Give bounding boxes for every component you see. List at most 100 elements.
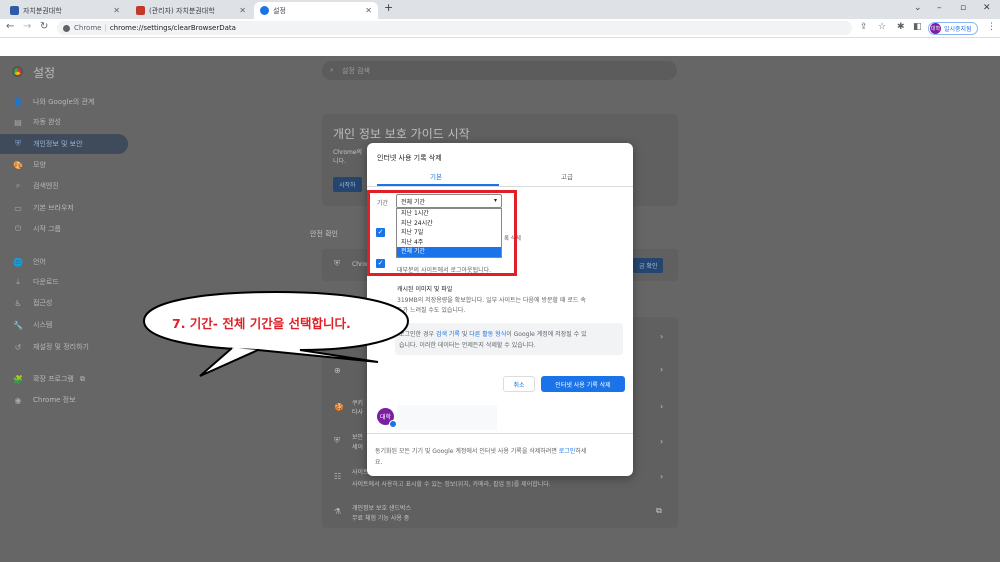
share-icon[interactable]: ⇪ — [860, 22, 868, 32]
cache-subtext: 319MB의 저장용량을 확보합니다. 일부 사이트는 다음에 방문할 때 로드… — [397, 297, 586, 304]
sync-badge-icon — [389, 420, 397, 428]
sidebar-item-download[interactable]: ⤓ 다운로드 — [0, 272, 128, 292]
download-icon: ⤓ — [16, 277, 20, 286]
privacy-guide-start-button[interactable]: 시작하 — [333, 177, 362, 192]
info-suffix: 이 Google 계정에 저장될 수 있 — [506, 331, 587, 338]
chrome-label: Chrome — [74, 24, 102, 32]
cancel-button[interactable]: 취소 — [503, 376, 535, 392]
tab-jachi[interactable]: 자치분권대학 ✕ — [4, 2, 126, 19]
window-close-icon[interactable]: ✕ — [983, 3, 991, 13]
sidebar-item-autofill[interactable]: ▤ 자동 완성 — [0, 112, 128, 132]
tab-settings[interactable]: 설정 ✕ — [254, 2, 378, 19]
privacy-guide-title: 개인 정보 보호 가이드 시작 — [333, 127, 470, 141]
sidebar-item-label: Chrome 정보 — [33, 396, 76, 404]
extensions-icon[interactable]: ✱ — [897, 22, 905, 32]
toolbar: ← → ↻ Chrome | chrome://settings/clearBr… — [0, 19, 1000, 38]
close-icon[interactable]: ✕ — [365, 6, 372, 15]
security-title: 보안 — [352, 434, 364, 441]
sidebar-item-label: 자동 완성 — [33, 118, 61, 126]
external-link-icon[interactable]: ⧉ — [656, 506, 662, 516]
shield-icon: ⛨ — [15, 139, 21, 148]
sidebar-item-search[interactable]: ⌕ 검색엔진 — [0, 176, 128, 196]
sidebar-item-shield[interactable]: ⛨ 개인정보 및 보안 — [0, 134, 128, 154]
privacy-guide-desc: Chrome의 — [333, 149, 363, 156]
sidebar-item-globe[interactable]: 🌐 언어 — [0, 252, 128, 272]
callout-bubble — [142, 290, 410, 377]
tab-advanced[interactable]: 고급 — [561, 171, 573, 181]
chevron-down-icon[interactable]: ⌄ — [914, 3, 922, 13]
site-favicon-icon — [136, 6, 145, 15]
divider — [367, 433, 633, 434]
info-mid: 및 — [459, 331, 470, 338]
account-info-box: 로그인한 경우 검색 기록 및 다른 활동 형식이 Google 계정에 저장될… — [395, 323, 623, 355]
sidebar-item-label: 개인정보 및 보안 — [33, 140, 83, 148]
sidebar-item-label: 언어 — [33, 258, 46, 266]
address-bar[interactable]: Chrome | chrome://settings/clearBrowserD… — [57, 21, 852, 35]
chevron-right-icon: › — [660, 365, 664, 374]
sidebar-item-palette[interactable]: 🎨 모양 — [0, 155, 128, 175]
forward-icon[interactable]: → — [23, 21, 31, 32]
profile-button[interactable]: 대학 일시중지됨 — [928, 22, 978, 35]
sidebar-item-person[interactable]: 👤 나와 Google의 관계 — [0, 92, 128, 112]
sliders-icon: ☷ — [334, 472, 342, 481]
info-line-1: 로그인한 경우 검색 기록 및 다른 활동 형식이 Google 계정에 저장될… — [399, 329, 587, 338]
menu-icon[interactable]: ⋮ — [987, 22, 996, 32]
sidebar-item-browser[interactable]: ▭ 기본 브라우저 — [0, 198, 128, 218]
back-icon[interactable]: ← — [6, 21, 14, 32]
other-activity-link[interactable]: 다른 활동 형식 — [469, 331, 506, 338]
search-history-link[interactable]: 검색 기록 — [436, 331, 460, 338]
tab-title: 자치분권대학 — [23, 6, 62, 15]
clear-data-button[interactable]: 인터넷 사용 기록 삭제 — [541, 376, 625, 392]
sidebar-item-chrome[interactable]: ◉ Chrome 정보 — [0, 390, 128, 410]
url-text: chrome://settings/clearBrowserData — [109, 24, 236, 32]
star-icon[interactable]: ☆ — [878, 22, 886, 32]
site-favicon-icon — [10, 6, 19, 15]
globe-icon: 🌐 — [13, 257, 23, 267]
footer-prefix: 동기화된 모든 기기 및 Google 계정에서 인터넷 사용 기록을 삭제하려… — [375, 448, 559, 455]
shield-icon: ⛨ — [334, 259, 340, 268]
tab-title: (관리자) 자치분권대학 — [149, 6, 215, 15]
new-tab-icon[interactable]: + — [384, 1, 393, 14]
sandbox-title: 개인정보 보호 샌드박스 — [352, 505, 412, 512]
security-sub: 세이 — [352, 444, 364, 451]
tab-admin[interactable]: (관리자) 자치분권대학 ✕ — [130, 2, 252, 19]
sidebar-item-wrench[interactable]: 🔧 시스템 — [0, 315, 128, 335]
wrench-icon: 🔧 — [13, 320, 23, 330]
search-placeholder: 설정 검색 — [341, 66, 370, 75]
sidebar-item-label: 검색엔진 — [33, 182, 59, 190]
cookies-sub: 타사 — [352, 409, 364, 416]
sidebar-item-label: 시스템 — [33, 321, 53, 329]
sidebar-item-power[interactable]: ⏻ 시작 그룹 — [0, 219, 128, 239]
sign-in-link[interactable]: 로그인 — [559, 448, 576, 455]
sidebar-item-puzzle[interactable]: 🧩 확장 프로그램 ⧉ — [0, 369, 128, 389]
chevron-right-icon: › — [660, 402, 664, 411]
sidebar-item-reset[interactable]: ↺ 재설정 및 정리하기 — [0, 337, 128, 357]
settings-search-input[interactable]: ⌕ 설정 검색 — [322, 61, 677, 80]
minimize-icon[interactable]: – — [937, 3, 942, 13]
maximize-icon[interactable]: ▫ — [960, 3, 966, 13]
palette-icon: 🎨 — [13, 160, 23, 170]
external-link-icon: ⧉ — [79, 374, 85, 383]
tab-basic[interactable]: 기본 — [430, 171, 442, 181]
reload-icon[interactable]: ↻ — [40, 21, 48, 32]
chrome-icon: ◉ — [14, 395, 22, 405]
sidebar-item-label: 다운로드 — [33, 278, 59, 286]
cookies-title: 쿠키 — [352, 400, 364, 407]
sidebar-item-accessibility[interactable]: ♿ 접근성 — [0, 293, 128, 313]
flask-icon: ⚗ — [334, 507, 342, 516]
autofill-icon: ▤ — [14, 117, 22, 127]
close-icon[interactable]: ✕ — [113, 6, 120, 15]
dialog-title: 인터넷 사용 기록 삭제 — [377, 154, 442, 162]
chevron-right-icon: › — [660, 332, 664, 341]
chrome-logo-icon — [63, 24, 70, 32]
browser-icon: ▭ — [14, 203, 22, 213]
close-icon[interactable]: ✕ — [239, 6, 246, 15]
puzzle-icon: 🧩 — [13, 374, 23, 384]
safety-check-button[interactable]: 금 확인 — [633, 258, 664, 273]
sidebar-item-label: 시작 그룹 — [33, 225, 61, 233]
privacy-guide-desc-2: 니다. — [333, 158, 346, 165]
side-panel-icon[interactable]: ◧ — [913, 22, 922, 32]
sidebar-item-label: 접근성 — [33, 299, 53, 307]
sidebar-item-label: 확장 프로그램 — [33, 375, 74, 383]
sidebar-item-label: 기본 브라우저 — [33, 204, 74, 212]
